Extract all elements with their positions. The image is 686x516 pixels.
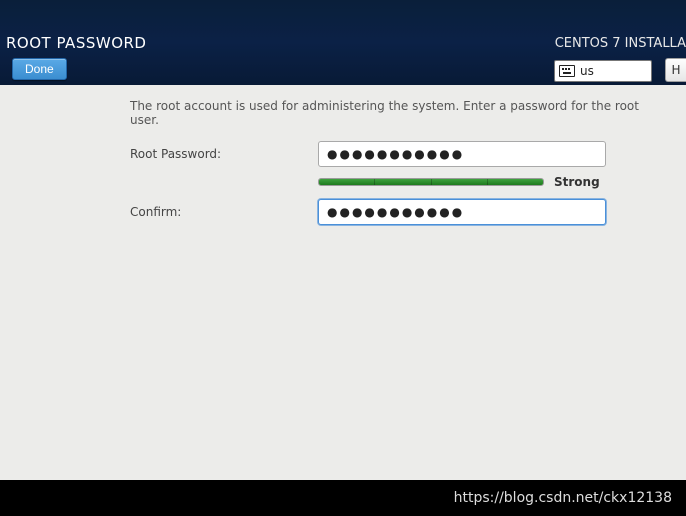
root-password-label: Root Password: xyxy=(130,147,318,161)
root-password-input[interactable] xyxy=(318,141,606,167)
instruction-text: The root account is used for administeri… xyxy=(130,99,662,127)
password-strength-meter xyxy=(318,178,544,186)
installer-subtitle: CENTOS 7 INSTALLA xyxy=(555,36,686,51)
keyboard-layout-label: us xyxy=(580,64,594,78)
watermark-text: https://blog.csdn.net/ckx12138 xyxy=(0,480,686,516)
confirm-password-input[interactable] xyxy=(318,199,606,225)
confirm-password-label: Confirm: xyxy=(130,205,318,219)
keyboard-layout-selector[interactable]: us xyxy=(554,60,652,82)
password-strength-label: Strong xyxy=(554,175,600,189)
page-title: ROOT PASSWORD xyxy=(6,34,146,52)
keyboard-icon xyxy=(559,65,575,77)
done-button[interactable]: Done xyxy=(12,58,67,80)
help-button[interactable]: H xyxy=(665,58,686,82)
